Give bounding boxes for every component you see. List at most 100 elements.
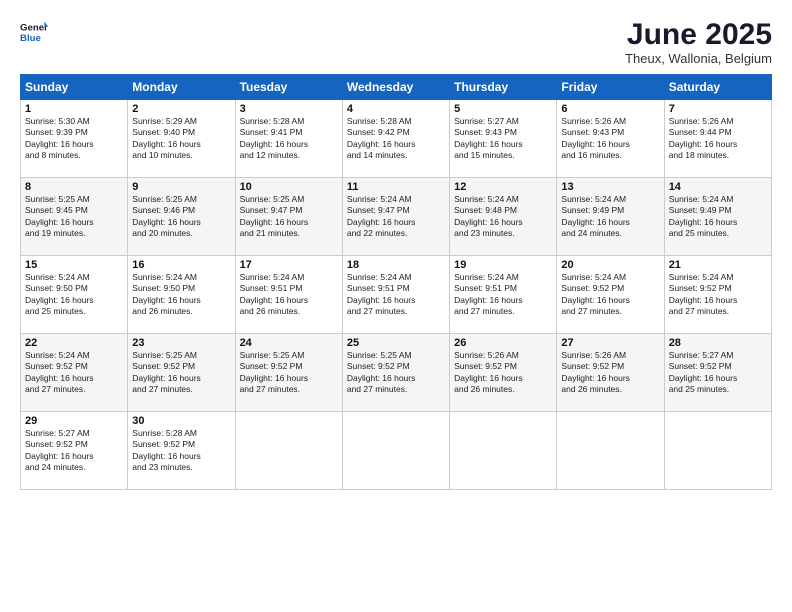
col-header-monday: Monday bbox=[128, 75, 235, 100]
day-info: Sunrise: 5:24 AM Sunset: 9:50 PM Dayligh… bbox=[132, 272, 230, 318]
day-number: 2 bbox=[132, 103, 230, 115]
day-number: 17 bbox=[240, 259, 338, 271]
day-info: Sunrise: 5:28 AM Sunset: 9:52 PM Dayligh… bbox=[132, 428, 230, 474]
calendar-cell: 21Sunrise: 5:24 AM Sunset: 9:52 PM Dayli… bbox=[664, 256, 771, 334]
day-number: 29 bbox=[25, 415, 123, 427]
calendar-header-row: SundayMondayTuesdayWednesdayThursdayFrid… bbox=[21, 75, 772, 100]
calendar-cell: 15Sunrise: 5:24 AM Sunset: 9:50 PM Dayli… bbox=[21, 256, 128, 334]
page: General Blue June 2025 Theux, Wallonia, … bbox=[0, 0, 792, 612]
day-number: 11 bbox=[347, 181, 445, 193]
calendar-week-3: 15Sunrise: 5:24 AM Sunset: 9:50 PM Dayli… bbox=[21, 256, 772, 334]
calendar-cell: 7Sunrise: 5:26 AM Sunset: 9:44 PM Daylig… bbox=[664, 100, 771, 178]
day-info: Sunrise: 5:25 AM Sunset: 9:52 PM Dayligh… bbox=[132, 350, 230, 396]
day-info: Sunrise: 5:25 AM Sunset: 9:47 PM Dayligh… bbox=[240, 194, 338, 240]
day-number: 22 bbox=[25, 337, 123, 349]
calendar-week-1: 1Sunrise: 5:30 AM Sunset: 9:39 PM Daylig… bbox=[21, 100, 772, 178]
calendar-cell: 17Sunrise: 5:24 AM Sunset: 9:51 PM Dayli… bbox=[235, 256, 342, 334]
day-number: 10 bbox=[240, 181, 338, 193]
calendar-week-2: 8Sunrise: 5:25 AM Sunset: 9:45 PM Daylig… bbox=[21, 178, 772, 256]
calendar-cell: 16Sunrise: 5:24 AM Sunset: 9:50 PM Dayli… bbox=[128, 256, 235, 334]
calendar-cell: 24Sunrise: 5:25 AM Sunset: 9:52 PM Dayli… bbox=[235, 334, 342, 412]
day-info: Sunrise: 5:25 AM Sunset: 9:52 PM Dayligh… bbox=[240, 350, 338, 396]
calendar-subtitle: Theux, Wallonia, Belgium bbox=[625, 51, 772, 66]
day-number: 19 bbox=[454, 259, 552, 271]
calendar-table: SundayMondayTuesdayWednesdayThursdayFrid… bbox=[20, 74, 772, 490]
col-header-sunday: Sunday bbox=[21, 75, 128, 100]
svg-text:General: General bbox=[20, 22, 48, 33]
logo: General Blue bbox=[20, 18, 48, 46]
day-number: 20 bbox=[561, 259, 659, 271]
day-number: 21 bbox=[669, 259, 767, 271]
day-number: 9 bbox=[132, 181, 230, 193]
calendar-cell: 5Sunrise: 5:27 AM Sunset: 9:43 PM Daylig… bbox=[450, 100, 557, 178]
calendar-cell: 19Sunrise: 5:24 AM Sunset: 9:51 PM Dayli… bbox=[450, 256, 557, 334]
day-info: Sunrise: 5:26 AM Sunset: 9:44 PM Dayligh… bbox=[669, 116, 767, 162]
calendar-cell bbox=[664, 412, 771, 490]
day-number: 7 bbox=[669, 103, 767, 115]
day-info: Sunrise: 5:28 AM Sunset: 9:41 PM Dayligh… bbox=[240, 116, 338, 162]
svg-text:Blue: Blue bbox=[20, 33, 41, 44]
calendar-week-4: 22Sunrise: 5:24 AM Sunset: 9:52 PM Dayli… bbox=[21, 334, 772, 412]
col-header-thursday: Thursday bbox=[450, 75, 557, 100]
col-header-wednesday: Wednesday bbox=[342, 75, 449, 100]
day-number: 4 bbox=[347, 103, 445, 115]
calendar-cell: 9Sunrise: 5:25 AM Sunset: 9:46 PM Daylig… bbox=[128, 178, 235, 256]
day-info: Sunrise: 5:24 AM Sunset: 9:49 PM Dayligh… bbox=[669, 194, 767, 240]
calendar-cell: 22Sunrise: 5:24 AM Sunset: 9:52 PM Dayli… bbox=[21, 334, 128, 412]
day-number: 24 bbox=[240, 337, 338, 349]
day-info: Sunrise: 5:29 AM Sunset: 9:40 PM Dayligh… bbox=[132, 116, 230, 162]
day-info: Sunrise: 5:24 AM Sunset: 9:50 PM Dayligh… bbox=[25, 272, 123, 318]
calendar-cell bbox=[235, 412, 342, 490]
calendar-cell: 26Sunrise: 5:26 AM Sunset: 9:52 PM Dayli… bbox=[450, 334, 557, 412]
day-info: Sunrise: 5:27 AM Sunset: 9:52 PM Dayligh… bbox=[669, 350, 767, 396]
day-number: 27 bbox=[561, 337, 659, 349]
day-number: 6 bbox=[561, 103, 659, 115]
calendar-cell: 8Sunrise: 5:25 AM Sunset: 9:45 PM Daylig… bbox=[21, 178, 128, 256]
calendar-cell bbox=[342, 412, 449, 490]
day-number: 23 bbox=[132, 337, 230, 349]
calendar-cell: 20Sunrise: 5:24 AM Sunset: 9:52 PM Dayli… bbox=[557, 256, 664, 334]
day-info: Sunrise: 5:24 AM Sunset: 9:51 PM Dayligh… bbox=[454, 272, 552, 318]
day-number: 28 bbox=[669, 337, 767, 349]
day-number: 12 bbox=[454, 181, 552, 193]
day-info: Sunrise: 5:27 AM Sunset: 9:52 PM Dayligh… bbox=[25, 428, 123, 474]
calendar-cell: 29Sunrise: 5:27 AM Sunset: 9:52 PM Dayli… bbox=[21, 412, 128, 490]
title-block: June 2025 Theux, Wallonia, Belgium bbox=[625, 18, 772, 66]
calendar-week-5: 29Sunrise: 5:27 AM Sunset: 9:52 PM Dayli… bbox=[21, 412, 772, 490]
day-info: Sunrise: 5:26 AM Sunset: 9:52 PM Dayligh… bbox=[454, 350, 552, 396]
day-info: Sunrise: 5:28 AM Sunset: 9:42 PM Dayligh… bbox=[347, 116, 445, 162]
col-header-friday: Friday bbox=[557, 75, 664, 100]
col-header-saturday: Saturday bbox=[664, 75, 771, 100]
day-number: 18 bbox=[347, 259, 445, 271]
calendar-cell: 2Sunrise: 5:29 AM Sunset: 9:40 PM Daylig… bbox=[128, 100, 235, 178]
day-number: 25 bbox=[347, 337, 445, 349]
day-info: Sunrise: 5:24 AM Sunset: 9:49 PM Dayligh… bbox=[561, 194, 659, 240]
day-info: Sunrise: 5:24 AM Sunset: 9:52 PM Dayligh… bbox=[561, 272, 659, 318]
calendar-cell: 3Sunrise: 5:28 AM Sunset: 9:41 PM Daylig… bbox=[235, 100, 342, 178]
day-number: 16 bbox=[132, 259, 230, 271]
calendar-cell: 13Sunrise: 5:24 AM Sunset: 9:49 PM Dayli… bbox=[557, 178, 664, 256]
day-info: Sunrise: 5:25 AM Sunset: 9:52 PM Dayligh… bbox=[347, 350, 445, 396]
header: General Blue June 2025 Theux, Wallonia, … bbox=[20, 18, 772, 66]
day-info: Sunrise: 5:27 AM Sunset: 9:43 PM Dayligh… bbox=[454, 116, 552, 162]
calendar-cell: 1Sunrise: 5:30 AM Sunset: 9:39 PM Daylig… bbox=[21, 100, 128, 178]
day-number: 5 bbox=[454, 103, 552, 115]
calendar-cell: 12Sunrise: 5:24 AM Sunset: 9:48 PM Dayli… bbox=[450, 178, 557, 256]
calendar-cell: 18Sunrise: 5:24 AM Sunset: 9:51 PM Dayli… bbox=[342, 256, 449, 334]
calendar-cell: 6Sunrise: 5:26 AM Sunset: 9:43 PM Daylig… bbox=[557, 100, 664, 178]
calendar-cell: 14Sunrise: 5:24 AM Sunset: 9:49 PM Dayli… bbox=[664, 178, 771, 256]
calendar-cell bbox=[450, 412, 557, 490]
day-number: 30 bbox=[132, 415, 230, 427]
day-number: 1 bbox=[25, 103, 123, 115]
day-number: 15 bbox=[25, 259, 123, 271]
day-info: Sunrise: 5:24 AM Sunset: 9:52 PM Dayligh… bbox=[669, 272, 767, 318]
col-header-tuesday: Tuesday bbox=[235, 75, 342, 100]
day-info: Sunrise: 5:26 AM Sunset: 9:43 PM Dayligh… bbox=[561, 116, 659, 162]
calendar-cell: 4Sunrise: 5:28 AM Sunset: 9:42 PM Daylig… bbox=[342, 100, 449, 178]
calendar-cell: 25Sunrise: 5:25 AM Sunset: 9:52 PM Dayli… bbox=[342, 334, 449, 412]
day-info: Sunrise: 5:24 AM Sunset: 9:52 PM Dayligh… bbox=[25, 350, 123, 396]
calendar-cell bbox=[557, 412, 664, 490]
day-number: 14 bbox=[669, 181, 767, 193]
logo-icon: General Blue bbox=[20, 18, 48, 46]
calendar-cell: 11Sunrise: 5:24 AM Sunset: 9:47 PM Dayli… bbox=[342, 178, 449, 256]
